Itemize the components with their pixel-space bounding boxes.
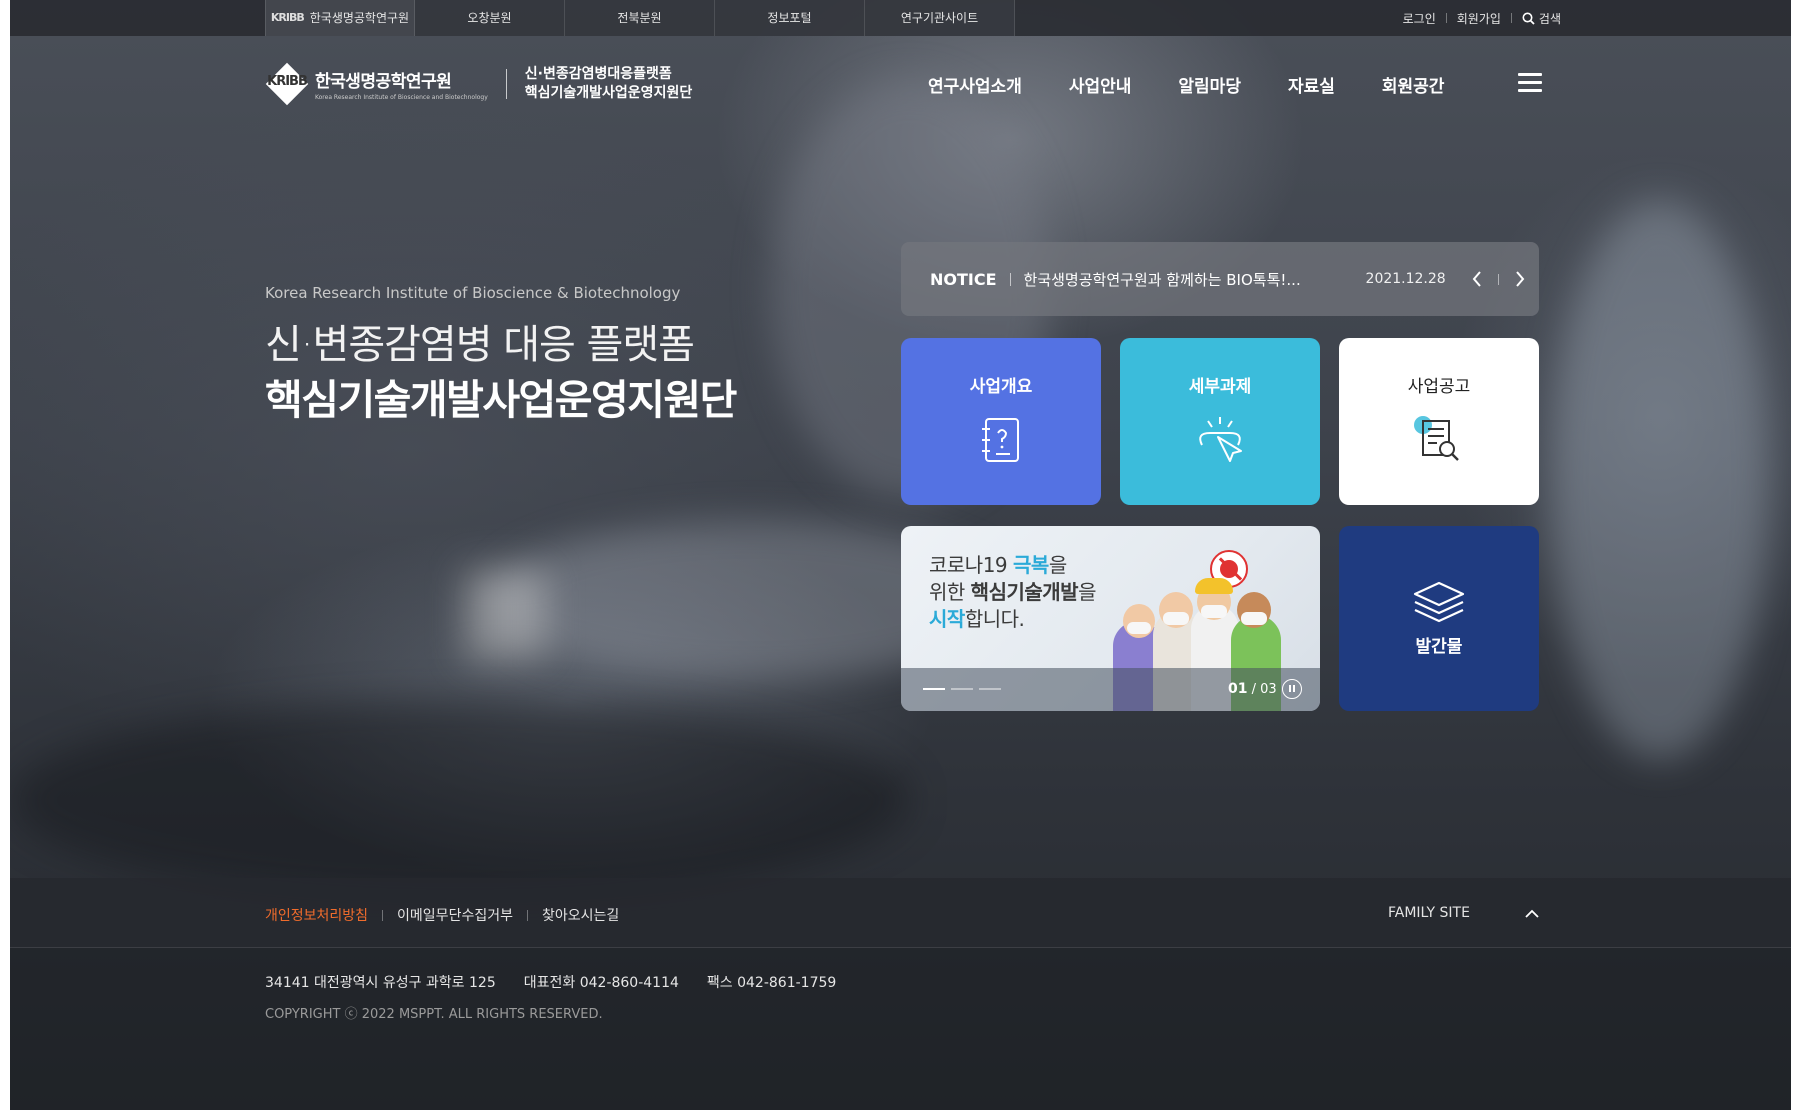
nav-item-members[interactable]: 회원공간 [1382,72,1445,97]
logo-wordmark: 한국생명공학연구원 Korea Research Institute of Bi… [315,67,488,101]
nav-item-notice[interactable]: 알림마당 [1178,72,1241,97]
hamburger-menu-icon[interactable] [1518,73,1542,92]
chevron-up-icon [1525,909,1539,918]
site-tab-ochang[interactable]: 오창분원 [415,0,565,36]
hero-english-subtitle: Korea Research Institute of Bioscience &… [265,284,681,302]
slide-indicator[interactable] [951,688,973,690]
search-icon [1522,12,1535,25]
notebook-icon [982,418,1019,462]
site-tab-institutes[interactable]: 연구기관사이트 [865,0,1015,36]
slide-counter: 01 / 03 [1228,681,1277,697]
chevron-right-icon[interactable] [1503,264,1537,294]
slide-indicator[interactable] [923,688,945,690]
document-search-icon [1414,416,1459,461]
hero-title-line1: 신·변종감염병 대응 플랫폼 [265,322,695,368]
main-nav: 연구사업소개 사업안내 알림마당 자료실 회원공간 [928,72,1491,97]
login-link[interactable]: 로그인 [1393,10,1446,27]
copyright-text: COPYRIGHT ⓒ 2022 MSPPT. ALL RIGHTS RESER… [265,1007,603,1022]
logo-korean: 한국생명공학연구원 [315,72,452,92]
notice-label: NOTICE [930,269,997,289]
chevron-left-icon[interactable] [1460,264,1494,294]
footer-links: 개인정보처리방침 이메일무단수집거부 찾아오시는길 [265,905,619,925]
divider [526,909,528,921]
click-cursor-icon [1199,417,1242,462]
tile-label: 사업개요 [969,377,1033,397]
nav-item-business[interactable]: 사업안내 [1069,72,1132,97]
slide-indicators [923,688,1001,690]
nav-item-research[interactable]: 연구사업소개 [928,72,1022,97]
logo-english: Korea Research Institute of Bioscience a… [315,94,488,101]
tile-label: 사업공고 [1407,377,1471,397]
divider [1497,273,1499,285]
search-button[interactable]: 검색 [1512,10,1561,27]
tile-publications[interactable]: 발간물 [1339,526,1539,711]
logo-subtitle-line2: 핵심기술개발사업운영지원단 [524,85,693,101]
footer-info: 34141 대전광역시 유성구 과학로 125 대표전화 042-860-411… [10,948,1791,1110]
divider [382,909,384,921]
nav-item-archive[interactable]: 자료실 [1288,72,1335,97]
kribb-mini-logo-icon: KRIBB [270,11,305,24]
utility-bar: KRIBB 한국생명공학연구원 오창분원 전북분원 정보포털 연구기관사이트 로… [10,0,1791,36]
join-link[interactable]: 회원가입 [1447,10,1511,27]
tile-announcements[interactable]: 사업공고 [1339,338,1539,505]
site-tabs: KRIBB 한국생명공학연구원 오창분원 전북분원 정보포털 연구기관사이트 [265,0,1015,36]
notice-date: 2021.12.28 [1365,271,1446,287]
contact-info: 34141 대전광역시 유성구 과학로 125 대표전화 042-860-411… [265,972,836,992]
site-tab-jeonbuk[interactable]: 전북분원 [565,0,715,36]
kribb-logo-icon: KRIBB [265,62,309,106]
phone-text: 대표전화 042-860-4114 [523,975,679,991]
tile-label: 발간물 [1415,637,1463,657]
site-tab-portal[interactable]: 정보포털 [715,0,865,36]
search-label: 검색 [1538,11,1561,26]
notice-bar: NOTICE 한국생명공학연구원과 함께하는 BIO톡톡!... 2021.12… [901,242,1539,316]
privacy-policy-link[interactable]: 개인정보처리방침 [265,905,368,925]
photo-right-shape [1550,200,1770,760]
photo-knob-shape [465,570,545,660]
slide-indicator[interactable] [979,688,1001,690]
email-refusal-link[interactable]: 이메일무단수집거부 [397,905,513,925]
family-site-label: FAMILY SITE [1388,905,1470,921]
site-logo[interactable]: KRIBB 한국생명공학연구원 Korea Research Institute… [265,62,692,106]
promo-banner-slider[interactable]: 코로나19 극복을 위한 핵심기술개발을 시작합니다. 01 / 03 [901,526,1320,711]
photo-shadow-shape [10,700,910,900]
family-site-select[interactable]: FAMILY SITE [1388,905,1539,921]
fax-text: 팩스 042-861-1759 [706,975,837,991]
tile-label: 세부과제 [1188,377,1252,397]
tile-business-overview[interactable]: 사업개요 [901,338,1101,505]
directions-link[interactable]: 찾아오시는길 [542,905,619,925]
hero-background: KRIBB 한국생명공학연구원 오창분원 전북분원 정보포털 연구기관사이트 로… [10,0,1791,1110]
notice-headline-link[interactable]: 한국생명공학연구원과 함께하는 BIO톡톡!... [1024,269,1354,290]
logo-subtitle-line1: 신·변종감염병대응플랫폼 [524,66,672,82]
pause-icon[interactable] [1282,679,1302,699]
footer-links-bar: 개인정보처리방침 이메일무단수집거부 찾아오시는길 FAMILY SITE [10,878,1791,948]
logo-divider [505,69,507,99]
utility-links: 로그인 회원가입 검색 [1393,0,1561,36]
banner-headline: 코로나19 극복을 위한 핵심기술개발을 시작합니다. [929,553,1096,631]
site-tab-kribb[interactable]: KRIBB 한국생명공학연구원 [265,0,415,36]
hero-title-line2: 핵심기술개발사업운영지원단 [265,376,737,424]
logo-subtitle: 신·변종감염병대응플랫폼 핵심기술개발사업운영지원단 [525,65,692,103]
layers-icon [1413,581,1465,623]
divider [1009,272,1011,286]
banner-controls: 01 / 03 [901,668,1320,711]
address-text: 34141 대전광역시 유성구 과학로 125 [265,975,496,991]
tile-sub-projects[interactable]: 세부과제 [1120,338,1320,505]
site-tab-label: 한국생명공학연구원 [309,11,410,25]
